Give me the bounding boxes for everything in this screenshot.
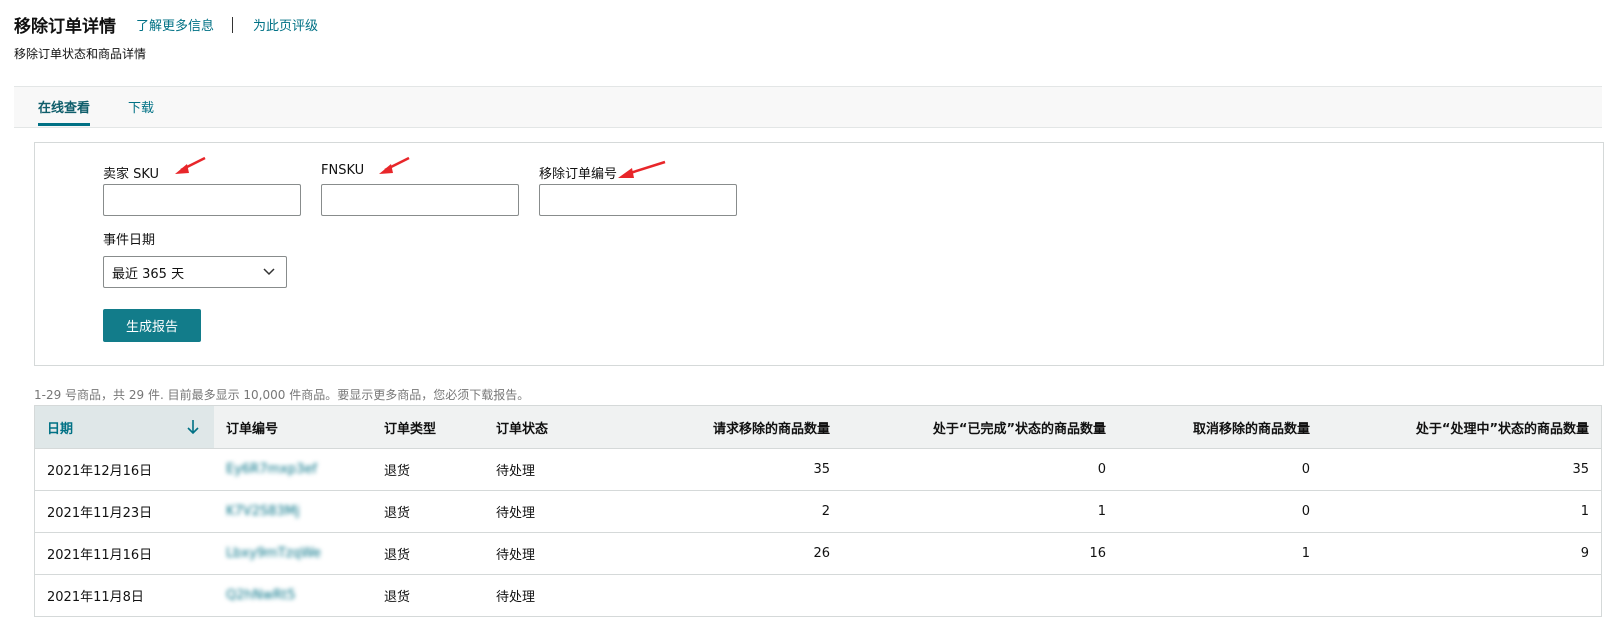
event-date-value: 最近 365 天: [112, 266, 185, 282]
order-id-link[interactable]: Ey6R7mxp3ef: [226, 462, 317, 477]
column-header-order-status: 订单状态: [484, 405, 600, 449]
cell-cancelled-qty: 1: [1118, 532, 1322, 575]
cell-order-id[interactable]: Ey6R7mxp3ef: [214, 448, 372, 491]
event-date-select[interactable]: 最近 365 天: [103, 256, 287, 288]
order-id-link[interactable]: Q2hNwRt5: [226, 588, 296, 603]
cell-order-id[interactable]: Q2hNwRt5: [214, 574, 372, 617]
table-header-row: 日期 订单编号 订单类型 订单状态 请求移除的商品数量 处于“已完成”状态的商品…: [34, 405, 1602, 449]
tab-label: 下载: [128, 101, 155, 116]
cell-requested-qty: 2: [600, 490, 842, 533]
results-info: 1-29 号商品，共 29 件. 目前最多显示 10,000 件商品。要显示更多…: [34, 388, 530, 402]
tab-label: 在线查看: [38, 101, 91, 116]
page-header: 移除订单详情 了解更多信息 为此页评级: [14, 12, 318, 37]
learn-more-link[interactable]: 了解更多信息: [136, 15, 214, 34]
column-header-label: 日期: [47, 421, 74, 437]
cell-in-process-qty: 1: [1322, 490, 1602, 533]
cell-requested-qty: [600, 574, 842, 617]
cell-cancelled-qty: 0: [1118, 448, 1322, 491]
generate-report-button[interactable]: 生成报告: [103, 309, 201, 342]
order-id-link[interactable]: K7V2S83Mj: [226, 504, 300, 519]
annotation-arrow-icon: [618, 160, 666, 178]
cell-order-status: 待处理: [484, 574, 600, 617]
cell-cancelled-qty: 0: [1118, 490, 1322, 533]
column-header-order-id: 订单编号: [214, 405, 372, 449]
column-header-in-process-qty: 处于“处理中”状态的商品数量: [1322, 405, 1602, 449]
page-subtitle: 移除订单状态和商品详情: [14, 47, 147, 61]
cell-order-id[interactable]: K7V2S83Mj: [214, 490, 372, 533]
tab-view-online[interactable]: 在线查看: [38, 97, 91, 126]
sort-arrow-down-icon: [187, 420, 199, 435]
cell-cancelled-qty: [1118, 574, 1322, 617]
cell-order-status: 待处理: [484, 448, 600, 491]
cell-order-type: 退货: [372, 574, 484, 617]
cell-completed-qty: 1: [842, 490, 1118, 533]
cell-order-id[interactable]: Lbxy9mTzqWe: [214, 532, 372, 575]
annotation-arrow-icon: [379, 156, 410, 174]
header-divider: [232, 16, 234, 33]
column-header-date[interactable]: 日期: [34, 405, 214, 449]
fnsku-input[interactable]: [321, 184, 519, 216]
cell-completed-qty: 0: [842, 448, 1118, 491]
filter-panel: 卖家 SKU FNSKU 移除订单编号 事件日期 最近 365 天 生成报告: [34, 142, 1604, 366]
cell-in-process-qty: 9: [1322, 532, 1602, 575]
cell-order-type: 退货: [372, 532, 484, 575]
order-id-label: 移除订单编号: [539, 167, 618, 182]
cell-in-process-qty: [1322, 574, 1602, 617]
column-header-completed-qty: 处于“已完成”状态的商品数量: [842, 405, 1118, 449]
cell-order-type: 退货: [372, 448, 484, 491]
removal-orders-table: 日期 订单编号 订单类型 订单状态 请求移除的商品数量 处于“已完成”状态的商品…: [34, 405, 1602, 617]
cell-order-type: 退货: [372, 490, 484, 533]
cell-requested-qty: 35: [600, 448, 842, 491]
table-row: 2021年11月23日 K7V2S83Mj 退货 待处理 2 1 0 1: [34, 490, 1602, 533]
cell-date: 2021年11月23日: [34, 490, 214, 533]
tab-bar: 在线查看 下载: [14, 86, 1602, 128]
cell-order-status: 待处理: [484, 490, 600, 533]
table-row: 2021年12月16日 Ey6R7mxp3ef 退货 待处理 35 0 0 35: [34, 448, 1602, 491]
cell-date: 2021年11月8日: [34, 574, 214, 617]
table-row: 2021年11月16日 Lbxy9mTzqWe 退货 待处理 26 16 1 9: [34, 532, 1602, 575]
cell-in-process-qty: 35: [1322, 448, 1602, 491]
tab-download[interactable]: 下载: [128, 97, 154, 116]
rate-page-link[interactable]: 为此页评级: [253, 15, 318, 34]
seller-sku-input[interactable]: [103, 184, 301, 216]
cell-order-status: 待处理: [484, 532, 600, 575]
cell-date: 2021年12月16日: [34, 448, 214, 491]
event-date-label: 事件日期: [103, 233, 156, 248]
seller-sku-label: 卖家 SKU: [103, 167, 160, 182]
active-tab-indicator: [38, 123, 91, 126]
column-header-requested-qty: 请求移除的商品数量: [600, 405, 842, 449]
annotation-arrow-icon: [175, 156, 206, 174]
table-row: 2021年11月8日 Q2hNwRt5 退货 待处理: [34, 574, 1602, 617]
page-title: 移除订单详情: [14, 17, 116, 37]
column-header-order-type: 订单类型: [372, 405, 484, 449]
order-id-link[interactable]: Lbxy9mTzqWe: [226, 546, 321, 561]
cell-completed-qty: [842, 574, 1118, 617]
cell-completed-qty: 16: [842, 532, 1118, 575]
order-id-input[interactable]: [539, 184, 737, 216]
fnsku-label: FNSKU: [321, 163, 365, 178]
chevron-down-icon: [263, 268, 275, 276]
cell-date: 2021年11月16日: [34, 532, 214, 575]
column-header-cancelled-qty: 取消移除的商品数量: [1118, 405, 1322, 449]
cell-requested-qty: 26: [600, 532, 842, 575]
